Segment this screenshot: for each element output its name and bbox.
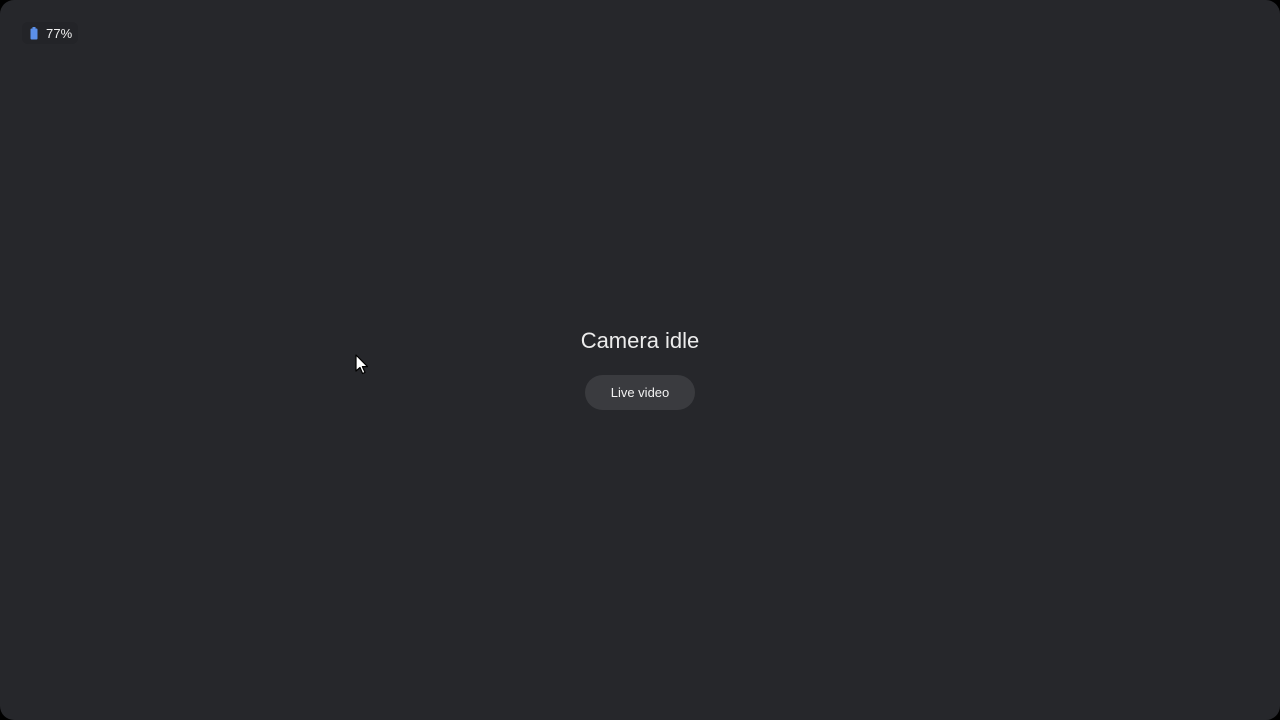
battery-icon xyxy=(30,26,40,40)
idle-panel: Camera idle Live video xyxy=(0,326,1280,410)
mouse-pointer-icon xyxy=(355,354,369,376)
camera-screen: 77% Camera idle Live video xyxy=(0,0,1280,720)
camera-status-title: Camera idle xyxy=(580,328,700,353)
battery-percentage: 77% xyxy=(46,25,73,41)
live-video-button[interactable]: Live video xyxy=(585,375,695,410)
battery-indicator: 77% xyxy=(22,22,79,44)
